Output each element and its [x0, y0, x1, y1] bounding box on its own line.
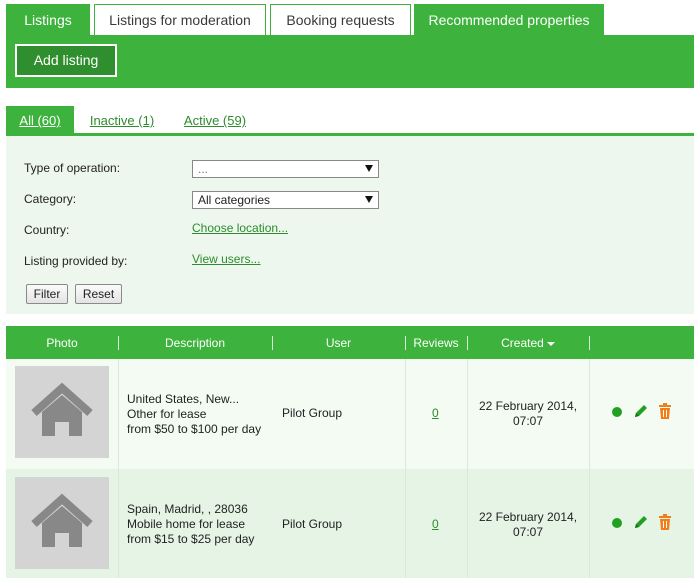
type-of-operation-select[interactable]: ... [192, 160, 379, 178]
cell-divider [467, 469, 468, 578]
tab-listings-for-moderation[interactable]: Listings for moderation [94, 4, 266, 36]
cell-divider [405, 469, 406, 578]
created-date: 22 February 2014, [478, 399, 578, 413]
cell-divider [405, 359, 406, 469]
cell-divider [589, 469, 590, 578]
delete-trash-icon[interactable] [658, 514, 672, 530]
sort-caret-icon [546, 341, 555, 346]
listing-photo[interactable] [15, 477, 109, 569]
created-time: 07:07 [512, 525, 544, 539]
house-icon [31, 493, 93, 547]
listing-description: Spain, Madrid, , 28036 Mobile home for l… [127, 502, 254, 547]
created-header-label: Created [501, 336, 544, 350]
created-date: 22 February 2014, [478, 510, 578, 524]
listing-price: from $15 to $25 per day [127, 532, 255, 546]
house-icon [31, 382, 93, 436]
reviews-count-link[interactable]: 0 [432, 406, 439, 420]
table-header: Photo Description User Reviews Created [6, 326, 694, 359]
listing-description: United States, New... Other for lease fr… [127, 392, 261, 437]
listing-provided-by-label: Listing provided by: [24, 254, 128, 268]
created-time: 07:07 [512, 414, 544, 428]
listing-location: United States, New... [127, 392, 240, 406]
category-label: Category: [24, 192, 77, 206]
status-tabs: All (60) Inactive (1) Active (59) [6, 106, 694, 136]
tab-active[interactable]: Active (59) [180, 106, 250, 134]
category-select[interactable]: All categories [192, 191, 379, 209]
delete-trash-icon[interactable] [658, 403, 672, 419]
view-users-link[interactable]: View users... [192, 252, 260, 266]
listing-created: 22 February 2014, 07:07 [472, 510, 584, 540]
select-arrow-icon [365, 196, 373, 203]
category-value: All categories [198, 193, 271, 207]
column-reviews[interactable]: Reviews [405, 326, 467, 359]
filter-panel: Type of operation: ... Category: All cat… [6, 136, 694, 314]
column-photo: Photo [46, 336, 78, 350]
listing-photo[interactable] [15, 366, 109, 458]
table-row: United States, New... Other for lease fr… [6, 359, 694, 469]
column-created[interactable]: Created [467, 326, 589, 359]
reset-button[interactable]: Reset [75, 284, 122, 304]
table-row: Spain, Madrid, , 28036 Mobile home for l… [6, 469, 694, 578]
edit-pencil-icon[interactable] [633, 403, 649, 419]
column-description[interactable]: Description [118, 326, 272, 359]
column-user[interactable]: User [272, 326, 405, 359]
top-tabs: Listings Listings for moderation Booking… [6, 4, 694, 36]
country-label: Country: [24, 223, 70, 237]
choose-location-link[interactable]: Choose location... [192, 221, 288, 235]
status-active-icon[interactable] [612, 407, 622, 417]
listing-user: Pilot Group [282, 517, 343, 531]
reviews-count-link[interactable]: 0 [432, 517, 439, 531]
filter-button[interactable]: Filter [26, 284, 68, 304]
toolbar: Add listing [6, 35, 694, 88]
cell-divider [118, 469, 119, 578]
type-of-operation-label: Type of operation: [24, 161, 121, 175]
listing-location: Spain, Madrid, , 28036 [127, 502, 248, 516]
tab-listings[interactable]: Listings [6, 4, 90, 36]
column-divider [589, 336, 590, 350]
tab-inactive[interactable]: Inactive (1) [86, 106, 158, 134]
listing-price: from $50 to $100 per day [127, 422, 262, 436]
cell-divider [118, 359, 119, 469]
listing-type: Mobile home for lease [127, 517, 246, 531]
status-active-icon[interactable] [612, 518, 622, 528]
tab-recommended-properties[interactable]: Recommended properties [414, 4, 604, 36]
listing-type: Other for lease [127, 407, 207, 421]
tab-all[interactable]: All (60) [6, 106, 74, 134]
select-arrow-icon [365, 165, 373, 172]
listing-created: 22 February 2014, 07:07 [472, 399, 584, 429]
cell-divider [467, 359, 468, 469]
cell-divider [589, 359, 590, 469]
type-of-operation-value: ... [198, 162, 209, 176]
edit-pencil-icon[interactable] [633, 514, 649, 530]
listing-user: Pilot Group [282, 406, 343, 420]
add-listing-button[interactable]: Add listing [15, 44, 117, 77]
tab-booking-requests[interactable]: Booking requests [270, 4, 411, 36]
